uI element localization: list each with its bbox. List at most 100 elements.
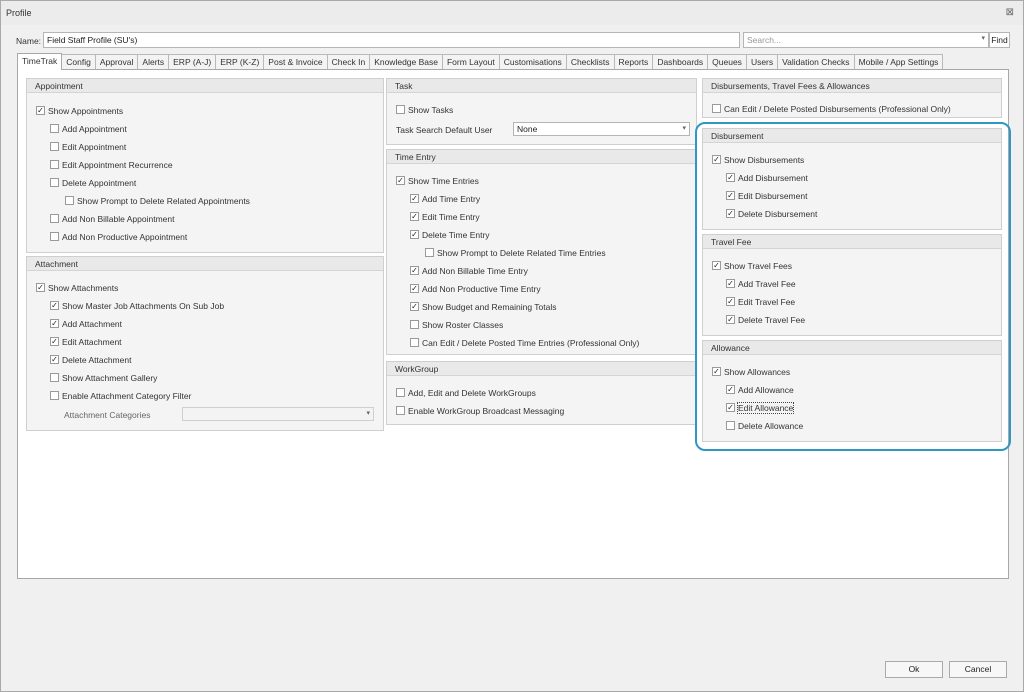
tab-post-invoice[interactable]: Post & Invoice xyxy=(263,54,328,70)
checkbox-delete-appointment[interactable]: Delete Appointment xyxy=(50,177,136,189)
checkbox-icon[interactable] xyxy=(50,124,59,134)
checkbox-icon[interactable]: ✓ xyxy=(410,284,419,294)
checkbox-add-appointment[interactable]: Add Appointment xyxy=(50,123,127,135)
tab-dashboards[interactable]: Dashboards xyxy=(652,54,709,70)
tab-alerts[interactable]: Alerts xyxy=(137,54,170,70)
close-icon[interactable]: ⊠ xyxy=(1006,7,1014,18)
checkbox-show-prompt-delete-time-entries[interactable]: Show Prompt to Delete Related Time Entri… xyxy=(425,247,606,259)
checkbox-icon[interactable]: ✓ xyxy=(410,266,419,276)
checkbox-show-time-entries[interactable]: ✓ Show Time Entries xyxy=(396,175,479,187)
checkbox-icon[interactable] xyxy=(712,104,721,114)
checkbox-label: Add Non Productive Appointment xyxy=(62,232,188,242)
chevron-down-icon[interactable]: ▾ xyxy=(682,123,686,135)
checkbox-edit-attachment[interactable]: ✓ Edit Attachment xyxy=(50,336,122,348)
checkbox-icon[interactable] xyxy=(410,338,419,348)
checkbox-add-non-productive-appointment[interactable]: Add Non Productive Appointment xyxy=(50,231,187,243)
checkbox-icon[interactable]: ✓ xyxy=(50,319,59,329)
checkbox-edit-time-entry[interactable]: ✓ Edit Time Entry xyxy=(410,211,480,223)
checkbox-show-attachments[interactable]: ✓ Show Attachments xyxy=(36,282,118,294)
checkbox-icon[interactable] xyxy=(50,178,59,188)
tab-erp-a-j[interactable]: ERP (A-J) xyxy=(168,54,217,70)
checkbox-delete-time-entry[interactable]: ✓ Delete Time Entry xyxy=(410,229,490,241)
checkbox-icon[interactable] xyxy=(50,391,59,401)
tab-approval[interactable]: Approval xyxy=(94,54,139,70)
checkbox-icon[interactable] xyxy=(50,373,59,383)
chevron-down-icon[interactable]: ▾ xyxy=(366,408,370,420)
checkbox-show-attachment-gallery[interactable]: Show Attachment Gallery xyxy=(50,372,157,384)
checkbox-icon[interactable]: ✓ xyxy=(50,355,59,365)
window-title: Profile xyxy=(6,8,32,18)
checkbox-icon[interactable] xyxy=(396,388,405,398)
checkbox-show-tasks[interactable]: Show Tasks xyxy=(396,104,453,116)
checkbox-label: Show Budget and Remaining Totals xyxy=(422,302,557,312)
checkbox-can-edit-posted-disbursements[interactable]: Can Edit / Delete Posted Disbursements (… xyxy=(712,103,951,115)
checkbox-label: Add Non Billable Appointment xyxy=(62,214,175,224)
checkbox-icon[interactable]: ✓ xyxy=(50,301,59,311)
checkbox-icon[interactable]: ✓ xyxy=(410,230,419,240)
task-default-user-value: None xyxy=(517,124,538,134)
attachment-categories-select[interactable]: ▾ xyxy=(182,407,374,421)
tab-mobile-app-settings[interactable]: Mobile / App Settings xyxy=(853,54,944,70)
ok-button[interactable]: Ok xyxy=(885,661,943,678)
checkbox-edit-appointment-recurrence[interactable]: Edit Appointment Recurrence xyxy=(50,159,173,171)
checkbox-icon[interactable] xyxy=(396,105,405,115)
task-default-user-label: Task Search Default User xyxy=(396,125,493,135)
checkbox-show-prompt-delete-appointments[interactable]: Show Prompt to Delete Related Appointmen… xyxy=(65,195,250,207)
checkbox-icon[interactable] xyxy=(50,232,59,242)
checkbox-icon[interactable] xyxy=(396,406,405,416)
checkbox-label: Edit Appointment Recurrence xyxy=(62,160,173,170)
tab-users[interactable]: Users xyxy=(745,54,779,70)
tab-form-layout[interactable]: Form Layout xyxy=(441,54,500,70)
tab-customisations[interactable]: Customisations xyxy=(498,54,567,70)
checkbox-enable-workgroup-broadcast[interactable]: Enable WorkGroup Broadcast Messaging xyxy=(396,405,564,417)
checkbox-icon[interactable] xyxy=(65,196,74,206)
checkbox-label: Show Prompt to Delete Related Appointmen… xyxy=(77,196,250,206)
checkbox-icon[interactable]: ✓ xyxy=(410,212,419,222)
checkbox-icon[interactable] xyxy=(425,248,434,258)
checkbox-add-attachment[interactable]: ✓ Add Attachment xyxy=(50,318,122,330)
search-input[interactable]: Search... ▾ xyxy=(743,32,989,48)
checkbox-can-edit-posted-time-entries[interactable]: Can Edit / Delete Posted Time Entries (P… xyxy=(410,337,639,349)
name-field[interactable]: Field Staff Profile (SU's) xyxy=(43,32,740,48)
checkbox-icon[interactable]: ✓ xyxy=(36,106,45,116)
checkbox-show-roster-classes[interactable]: Show Roster Classes xyxy=(410,319,503,331)
task-default-user-select[interactable]: None ▾ xyxy=(513,122,690,136)
tab-knowledge-base[interactable]: Knowledge Base xyxy=(369,54,443,70)
tab-validation-checks[interactable]: Validation Checks xyxy=(777,54,855,70)
tab-config[interactable]: Config xyxy=(61,54,96,70)
chevron-down-icon[interactable]: ▾ xyxy=(981,34,985,42)
tab-timetrak[interactable]: TimeTrak xyxy=(17,53,63,70)
profile-window: Profile ⊠ Name: Field Staff Profile (SU'… xyxy=(0,0,1024,692)
checkbox-icon[interactable]: ✓ xyxy=(36,283,45,293)
checkbox-show-master-job-attachments[interactable]: ✓ Show Master Job Attachments On Sub Job xyxy=(50,300,224,312)
checkbox-icon[interactable] xyxy=(50,160,59,170)
checkbox-label: Show Master Job Attachments On Sub Job xyxy=(62,301,225,311)
checkbox-add-non-productive-time-entry[interactable]: ✓ Add Non Productive Time Entry xyxy=(410,283,541,295)
checkbox-icon[interactable]: ✓ xyxy=(410,302,419,312)
checkbox-add-non-billable-appointment[interactable]: Add Non Billable Appointment xyxy=(50,213,174,225)
checkbox-icon[interactable] xyxy=(410,320,419,330)
group-title: Time Entry xyxy=(387,150,696,164)
checkbox-delete-attachment[interactable]: ✓ Delete Attachment xyxy=(50,354,131,366)
tab-reports[interactable]: Reports xyxy=(613,54,654,70)
group-title: Appointment xyxy=(27,79,383,93)
tab-checklists[interactable]: Checklists xyxy=(565,54,615,70)
checkbox-icon[interactable]: ✓ xyxy=(50,337,59,347)
checkbox-icon[interactable] xyxy=(50,142,59,152)
checkbox-show-appointments[interactable]: ✓ Show Appointments xyxy=(36,105,123,117)
checkbox-add-time-entry[interactable]: ✓ Add Time Entry xyxy=(410,193,480,205)
tab-queues[interactable]: Queues xyxy=(707,54,747,70)
tab-check-in[interactable]: Check In xyxy=(326,54,371,70)
tab-erp-k-z[interactable]: ERP (K-Z) xyxy=(215,54,265,70)
checkbox-enable-attachment-category-filter[interactable]: Enable Attachment Category Filter xyxy=(50,390,191,402)
find-button[interactable]: Find xyxy=(989,32,1010,48)
cancel-button[interactable]: Cancel xyxy=(949,661,1007,678)
checkbox-add-non-billable-time-entry[interactable]: ✓ Add Non Billable Time Entry xyxy=(410,265,528,277)
checkbox-icon[interactable] xyxy=(50,214,59,224)
checkbox-edit-appointment[interactable]: Edit Appointment xyxy=(50,141,126,153)
checkbox-label: Can Edit / Delete Posted Time Entries (P… xyxy=(422,338,640,348)
checkbox-add-edit-delete-workgroups[interactable]: Add, Edit and Delete WorkGroups xyxy=(396,387,536,399)
checkbox-show-budget-remaining-totals[interactable]: ✓ Show Budget and Remaining Totals xyxy=(410,301,557,313)
checkbox-icon[interactable]: ✓ xyxy=(396,176,405,186)
checkbox-icon[interactable]: ✓ xyxy=(410,194,419,204)
